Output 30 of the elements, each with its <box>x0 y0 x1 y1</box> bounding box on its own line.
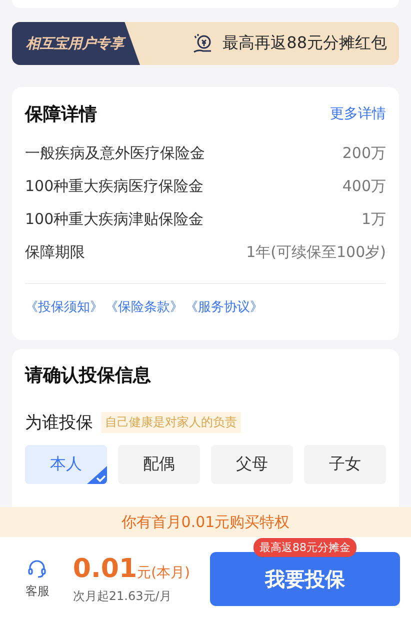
coverage-label: 100种重大疾病医疗保险金 <box>25 177 204 196</box>
option-button[interactable]: 本人 <box>25 445 107 484</box>
document-link[interactable]: 《投保须知》 <box>25 298 103 316</box>
buy-button[interactable]: 我要投保 <box>210 552 400 606</box>
coverage-value: 1年(可续保至100岁) <box>246 243 386 262</box>
option-button[interactable]: 配偶 <box>118 445 200 484</box>
cashback-badge: 最高返88元分摊金 <box>254 538 356 557</box>
question-label: 为谁投保 <box>25 412 93 434</box>
banner-tag: 相互宝用户专享 <box>12 22 140 65</box>
document-link[interactable]: 《保险条款》 <box>105 298 183 316</box>
coverage-value: 200万 <box>342 144 386 163</box>
price-unit: 元(本月) <box>137 564 190 582</box>
promo-strip: 你有首月0.01元购买特权 <box>0 507 411 537</box>
service-label: 客服 <box>25 582 50 600</box>
next-month-price: 次月起21.63元/月 <box>72 588 172 604</box>
option-button[interactable]: 父母 <box>211 445 293 484</box>
document-link[interactable]: 《服务协议》 <box>185 298 263 316</box>
more-details-link[interactable]: 更多详情 <box>330 105 386 123</box>
coverage-label: 一般疾病及意外医疗保险金 <box>25 144 205 163</box>
coverage-label: 保障期限 <box>25 243 85 262</box>
coverage-value: 1万 <box>361 210 386 229</box>
price-amount: 0.01 <box>72 554 138 584</box>
promo-banner[interactable]: 相互宝用户专享 最高再返88元分摊红包 <box>12 22 399 65</box>
option-button[interactable]: 子女 <box>304 445 386 484</box>
banner-text: 最高再返88元分摊红包 <box>222 33 387 54</box>
coverage-value: 400万 <box>342 177 386 196</box>
hint-tag: 自己健康是对家人的负责 <box>101 412 241 433</box>
section-title: 保障详情 <box>25 103 97 126</box>
section-title: 请确认投保信息 <box>25 364 152 387</box>
coverage-label: 100种重大疾病津贴保险金 <box>25 210 204 229</box>
